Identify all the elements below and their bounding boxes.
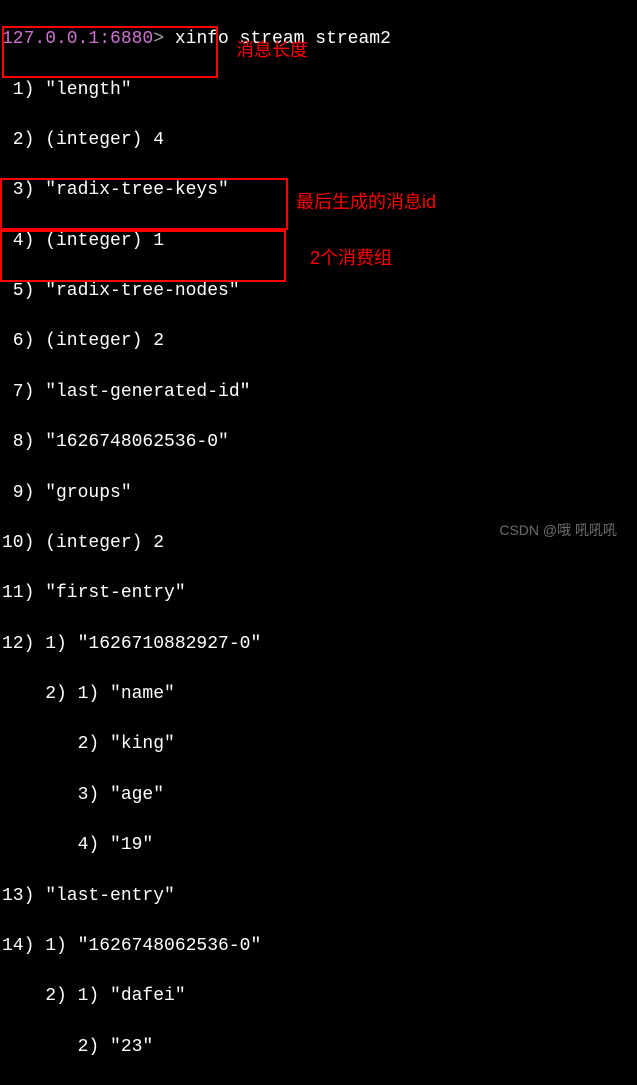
watermark-text: CSDN @哦 吼吼吼 bbox=[499, 521, 617, 541]
output-line-9: 9) "groups" bbox=[2, 481, 635, 506]
output-line-7: 7) "last-generated-id" bbox=[2, 380, 635, 405]
output-line-18: 14) 1) "1626748062536-0" bbox=[2, 934, 635, 959]
output-line-13: 2) 1) "name" bbox=[2, 682, 635, 707]
output-line-16: 4) "19" bbox=[2, 833, 635, 858]
prompt-separator: > bbox=[153, 29, 175, 49]
annotation-length: 消息长度 bbox=[236, 38, 308, 63]
output-line-8: 8) "1626748062536-0" bbox=[2, 430, 635, 455]
output-line-1: 1) "length" bbox=[2, 78, 635, 103]
output-line-20: 2) "23" bbox=[2, 1035, 635, 1060]
annotation-last-id: 最后生成的消息id bbox=[296, 190, 436, 215]
prompt-line[interactable]: 127.0.0.1:6880> xinfo stream stream2 bbox=[2, 27, 635, 52]
output-line-19: 2) 1) "dafei" bbox=[2, 984, 635, 1009]
output-line-2: 2) (integer) 4 bbox=[2, 128, 635, 153]
output-line-12: 12) 1) "1626710882927-0" bbox=[2, 632, 635, 657]
prompt-host: 127.0.0.1:6880 bbox=[2, 29, 153, 49]
output-line-17: 13) "last-entry" bbox=[2, 884, 635, 909]
output-line-6: 6) (integer) 2 bbox=[2, 329, 635, 354]
output-line-11: 11) "first-entry" bbox=[2, 581, 635, 606]
terminal-output: 127.0.0.1:6880> xinfo stream stream2 1) … bbox=[2, 2, 635, 1085]
output-line-15: 3) "age" bbox=[2, 783, 635, 808]
annotation-groups: 2个消费组 bbox=[310, 246, 392, 271]
output-line-14: 2) "king" bbox=[2, 732, 635, 757]
output-line-5: 5) "radix-tree-nodes" bbox=[2, 279, 635, 304]
